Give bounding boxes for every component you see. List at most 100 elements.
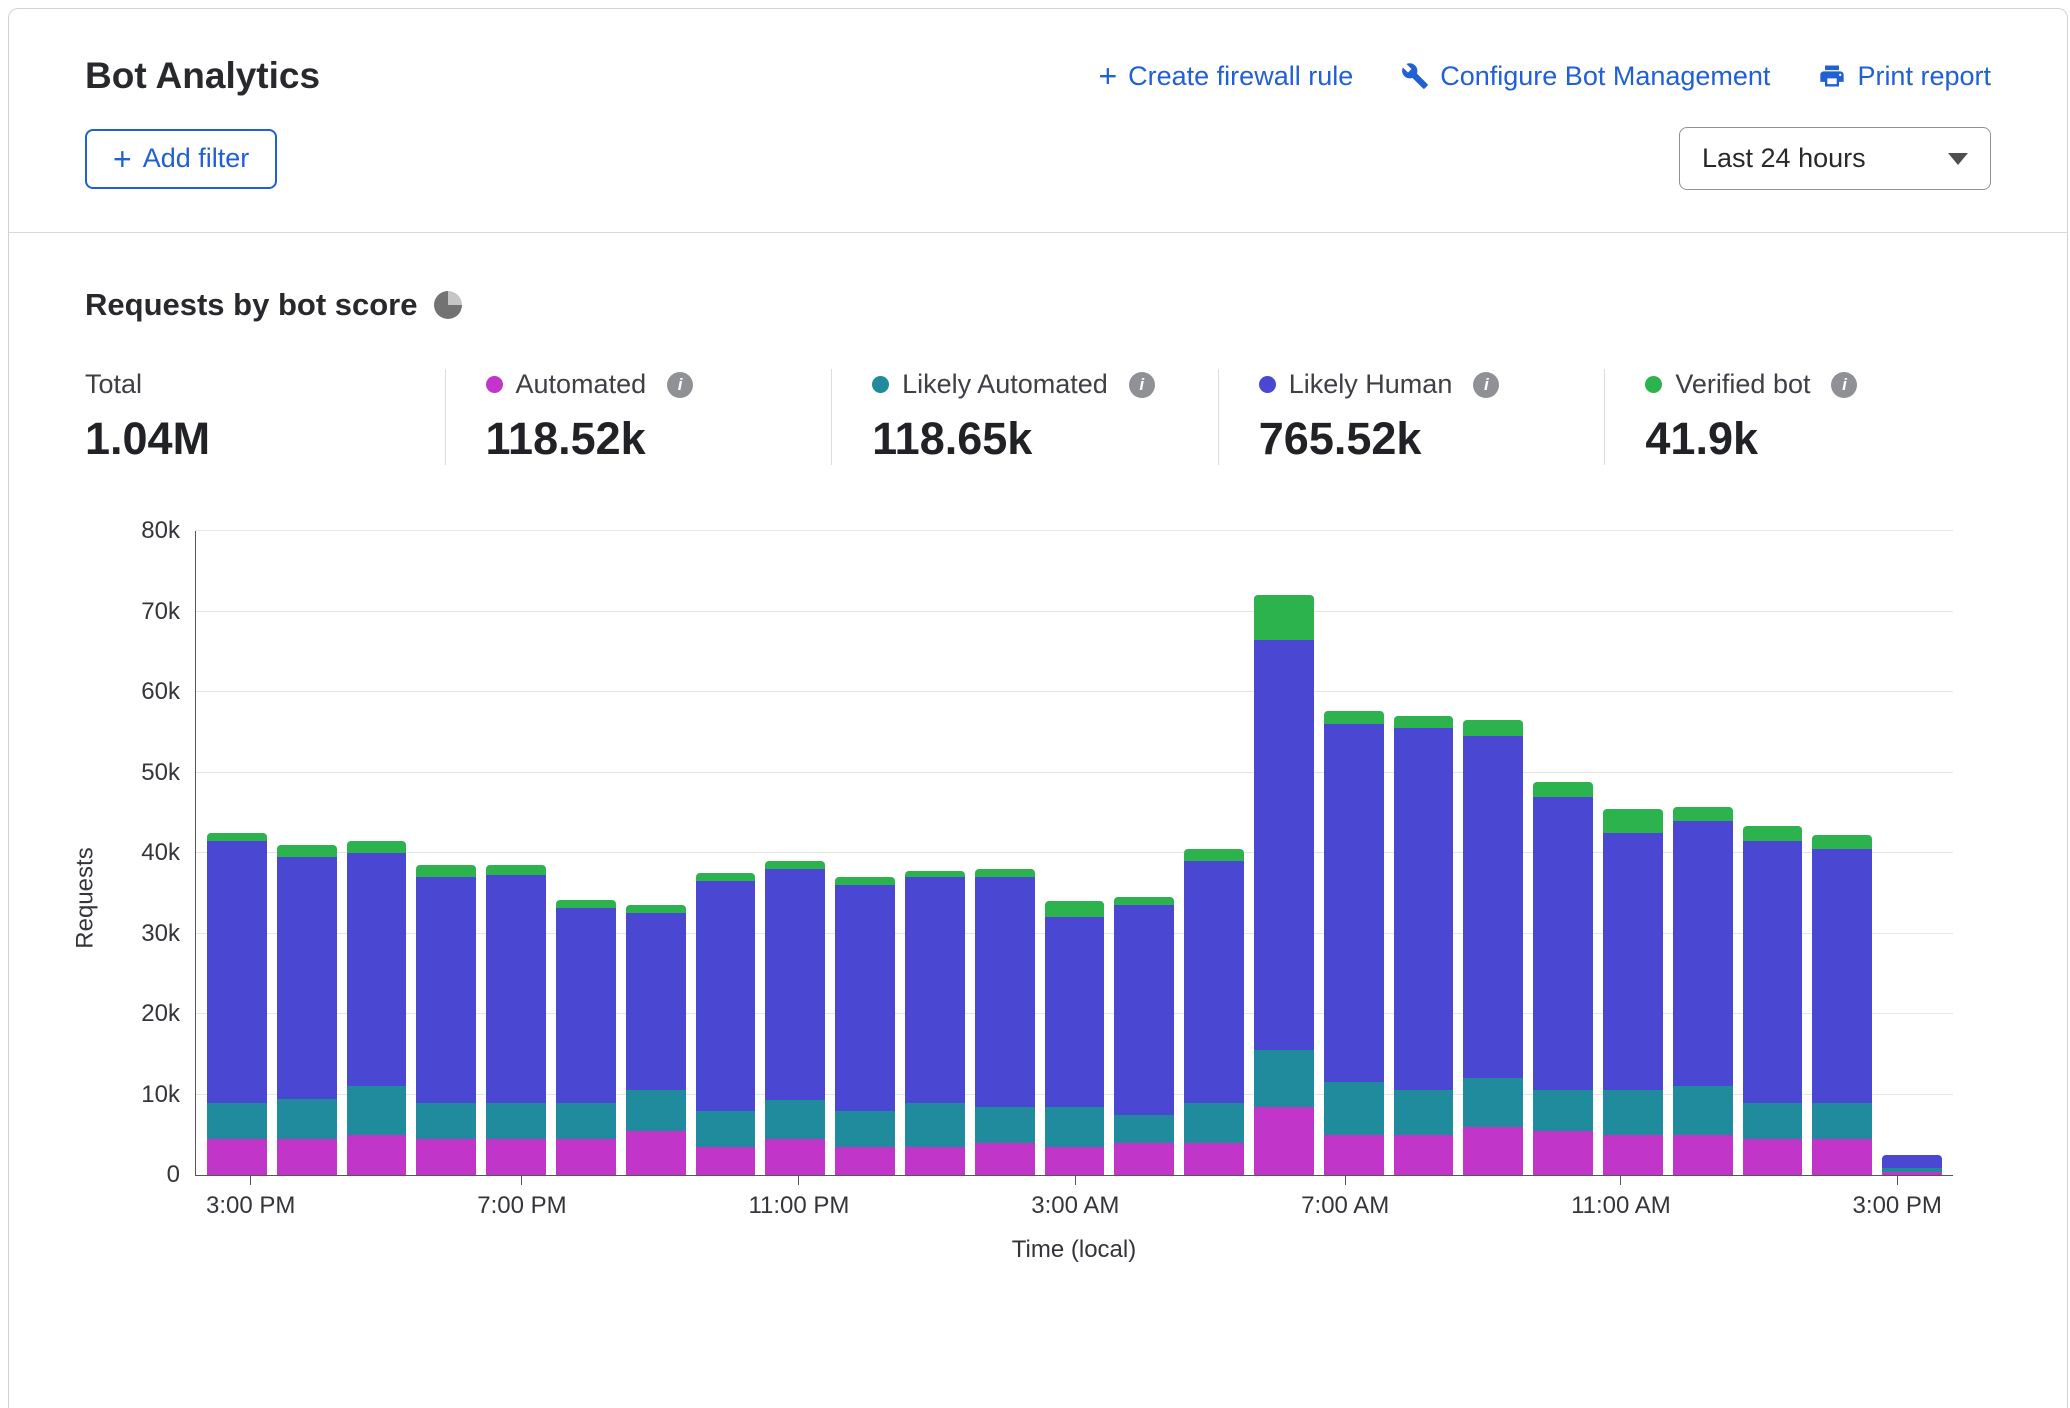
bar-2 — [347, 531, 407, 1175]
bar-segment-verified-bot — [1254, 595, 1314, 639]
plus-icon: + — [113, 143, 132, 175]
bar-segment-automated — [1603, 1135, 1663, 1175]
bar-13 — [1114, 531, 1174, 1175]
bar-segment-automated — [556, 1139, 616, 1175]
bar-segment-likely-human — [486, 875, 546, 1103]
x-tick-label: 7:00 AM — [1301, 1192, 1389, 1220]
bar-segment-likely-human — [1812, 849, 1872, 1103]
plot-area: 010k20k30k40k50k60k70k80k — [195, 531, 1953, 1176]
bar-segment-automated — [1254, 1107, 1314, 1175]
bar-segment-automated — [416, 1139, 476, 1175]
bar-segment-likely-human — [696, 881, 756, 1110]
bar-15 — [1254, 531, 1314, 1175]
time-range-dropdown[interactable]: Last 24 hours — [1679, 127, 1991, 190]
x-tick-slot — [1244, 1176, 1291, 1220]
x-tick-slot — [1681, 1176, 1728, 1220]
y-tick-label: 80k — [141, 517, 180, 545]
x-tick-label: 11:00 PM — [748, 1192, 849, 1220]
stat-label: Verified bot — [1675, 369, 1810, 400]
bar-10 — [905, 531, 965, 1175]
stat-value: 118.65k — [872, 413, 1194, 465]
bar-segment-likely-automated — [1603, 1090, 1663, 1134]
bar-segment-automated — [1324, 1135, 1384, 1175]
x-tick-label: 11:00 AM — [1571, 1192, 1671, 1220]
stat-total: Total 1.04M — [85, 369, 445, 465]
stat-likely-automated: Likely Automated i 118.65k — [831, 369, 1218, 465]
x-tick-mark — [798, 1176, 799, 1185]
bar-segment-likely-human — [905, 877, 965, 1102]
bar-18 — [1463, 531, 1523, 1175]
bar-segment-verified-bot — [1114, 897, 1174, 905]
bar-segment-automated — [905, 1147, 965, 1175]
section-title: Requests by bot score — [85, 287, 417, 323]
time-range-value: Last 24 hours — [1702, 143, 1866, 174]
bar-segment-likely-human — [975, 877, 1035, 1106]
bar-21 — [1673, 531, 1733, 1175]
bar-1 — [277, 531, 337, 1175]
bar-segment-likely-automated — [486, 1103, 546, 1139]
header-actions: + Create firewall rule Configure Bot Man… — [1098, 60, 1991, 92]
bar-segment-automated — [1882, 1172, 1942, 1175]
bar-segment-automated — [347, 1135, 407, 1175]
bar-segment-automated — [696, 1147, 756, 1175]
bar-segment-likely-automated — [277, 1099, 337, 1139]
print-report-link[interactable]: Print report — [1818, 61, 1991, 92]
bar-segment-automated — [1533, 1131, 1593, 1175]
x-tick-slot — [305, 1176, 352, 1220]
bar-segment-likely-automated — [835, 1111, 895, 1147]
bar-segment-verified-bot — [556, 900, 616, 908]
legend-dot — [486, 376, 503, 393]
bar-segment-verified-bot — [1463, 720, 1523, 736]
bar-segment-likely-human — [1743, 841, 1803, 1103]
y-tick-label: 10k — [141, 1081, 180, 1109]
bar-segment-verified-bot — [626, 905, 686, 913]
bar-segment-verified-bot — [207, 833, 267, 841]
bar-segment-automated — [1045, 1147, 1105, 1175]
bar-segment-verified-bot — [1045, 901, 1105, 917]
x-tick-mark — [250, 1176, 251, 1185]
x-tick-label: 3:00 PM — [1853, 1192, 1942, 1220]
x-tick-mark — [1345, 1176, 1346, 1185]
y-tick-label: 70k — [141, 598, 180, 626]
info-icon[interactable]: i — [1831, 372, 1857, 398]
create-firewall-rule-link[interactable]: + Create firewall rule — [1098, 60, 1353, 92]
x-tick-mark — [1075, 1176, 1076, 1185]
stat-value: 1.04M — [85, 413, 421, 465]
stat-label: Automated — [516, 369, 647, 400]
bar-segment-likely-automated — [1254, 1050, 1314, 1106]
stats-row: Total 1.04M Automated i 118.52k Likely A… — [85, 369, 1991, 465]
configure-bot-management-link[interactable]: Configure Bot Management — [1401, 61, 1770, 92]
x-tick-slot: 3:00 PM — [1853, 1176, 1942, 1220]
x-tick-slot — [1795, 1176, 1842, 1220]
bar-segment-likely-human — [1045, 917, 1105, 1106]
x-tick-slot — [1457, 1176, 1504, 1220]
x-tick-slot: 3:00 PM — [206, 1176, 295, 1220]
bar-segment-automated — [1114, 1143, 1174, 1175]
bar-16 — [1324, 531, 1384, 1175]
bar-20 — [1603, 531, 1663, 1175]
add-filter-button[interactable]: + Add filter — [85, 129, 277, 189]
bar-segment-likely-human — [556, 908, 616, 1103]
content: Requests by bot score Total 1.04M Automa… — [9, 233, 2067, 1264]
printer-icon — [1818, 62, 1846, 90]
info-icon[interactable]: i — [667, 372, 693, 398]
bar-4 — [486, 531, 546, 1175]
bar-segment-automated — [207, 1139, 267, 1175]
x-tick-slot — [634, 1176, 681, 1220]
bar-segment-likely-automated — [556, 1103, 616, 1139]
bar-17 — [1394, 531, 1454, 1175]
bar-segment-likely-automated — [975, 1107, 1035, 1143]
info-icon[interactable]: i — [1129, 372, 1155, 398]
bar-segment-likely-automated — [1812, 1103, 1872, 1139]
legend-dot — [1259, 376, 1276, 393]
bar-segment-verified-bot — [1603, 809, 1663, 833]
bar-segment-likely-human — [765, 869, 825, 1100]
x-tick-slot — [691, 1176, 738, 1220]
stat-value: 41.9k — [1645, 413, 1967, 465]
info-icon[interactable]: i — [1473, 372, 1499, 398]
bar-11 — [975, 531, 1035, 1175]
bar-segment-likely-automated — [207, 1103, 267, 1139]
x-tick-slot: 7:00 PM — [477, 1176, 566, 1220]
bar-segment-likely-human — [347, 853, 407, 1086]
bar-segment-likely-automated — [1673, 1086, 1733, 1134]
